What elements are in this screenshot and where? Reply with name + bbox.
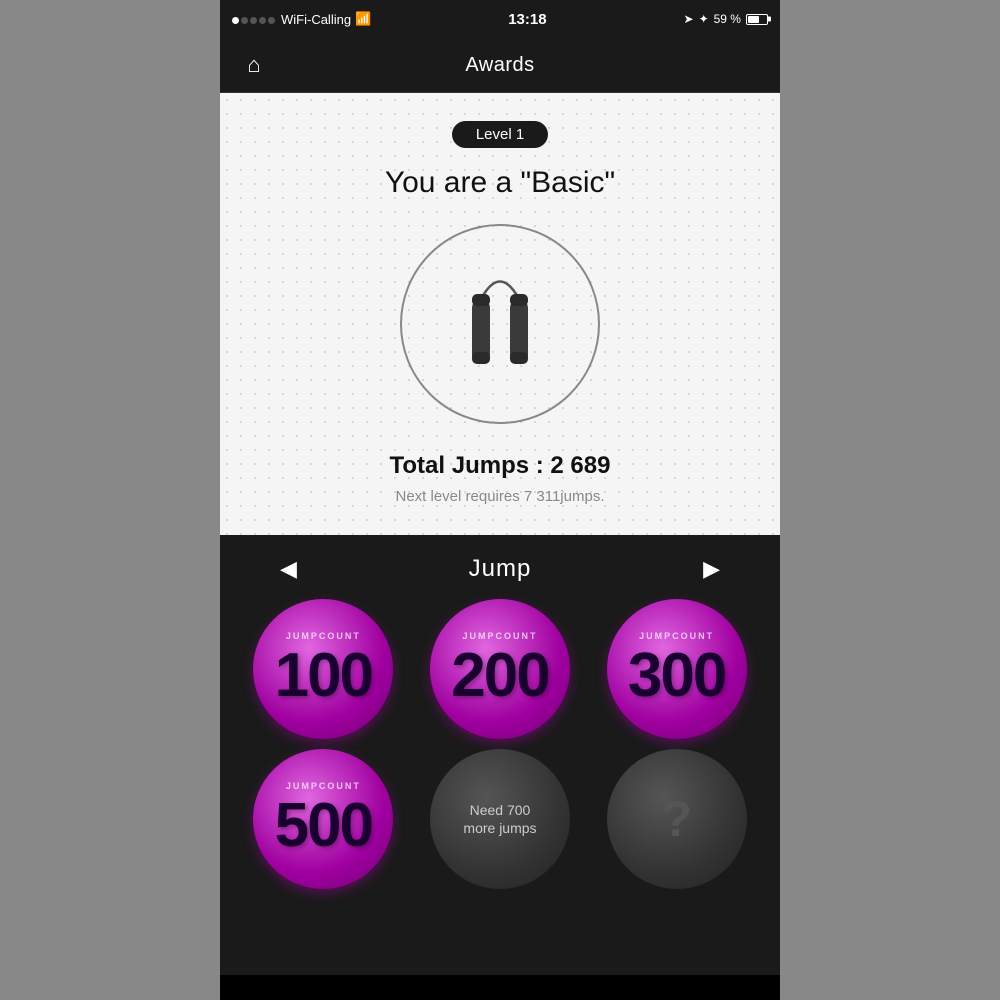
section-label: Jump bbox=[469, 555, 532, 583]
badge-unknown: ? bbox=[607, 749, 747, 889]
badge-need700: Need 700more jumps bbox=[430, 749, 570, 889]
battery-icon bbox=[746, 14, 768, 25]
list-item[interactable]: JUMPCOUNT 300 bbox=[593, 599, 760, 739]
carrier-label: WiFi-Calling bbox=[281, 12, 351, 27]
level-title: You are a "Basic" bbox=[385, 166, 615, 200]
badge-100: JUMPCOUNT 100 bbox=[253, 599, 393, 739]
status-right: ➤ ✦ 59 % bbox=[684, 12, 768, 26]
badge-200: JUMPCOUNT 200 bbox=[430, 599, 570, 739]
wifi-icon: 📶 bbox=[355, 11, 371, 27]
badge-number: 100 bbox=[275, 645, 372, 707]
status-left: WiFi-Calling 📶 bbox=[232, 11, 371, 27]
page-title: Awards bbox=[465, 54, 534, 77]
list-item[interactable]: JUMPCOUNT 500 bbox=[240, 749, 407, 889]
badge-jumpcount-label: JUMPCOUNT bbox=[286, 781, 361, 791]
total-jumps: Total Jumps : 2 689 bbox=[390, 452, 611, 480]
badge-number: 500 bbox=[275, 795, 372, 857]
gps-icon: ➤ bbox=[684, 12, 694, 26]
rope-svg bbox=[420, 244, 580, 404]
dark-section: ◀ Jump ▶ JUMPCOUNT 100 JUMPCOUNT 200 JUM… bbox=[220, 535, 780, 975]
prev-arrow[interactable]: ◀ bbox=[280, 556, 297, 582]
badge-jumpcount-label: JUMPCOUNT bbox=[639, 631, 714, 641]
home-button[interactable]: ⌂ bbox=[236, 47, 272, 83]
main-content: Level 1 You are a "Basic" Total Jumps : … bbox=[220, 93, 780, 535]
bluetooth-icon: ✦ bbox=[699, 12, 709, 26]
badge-number: 300 bbox=[628, 645, 725, 707]
jump-header: ◀ Jump ▶ bbox=[220, 535, 780, 599]
nav-bar: ⌂ Awards bbox=[220, 38, 780, 93]
level-badge: Level 1 bbox=[452, 121, 548, 148]
battery-percent: 59 % bbox=[714, 12, 741, 26]
badge-jumpcount-label: JUMPCOUNT bbox=[286, 631, 361, 641]
badge-500: JUMPCOUNT 500 bbox=[253, 749, 393, 889]
badge-question-mark: ? bbox=[661, 790, 692, 848]
status-bar: WiFi-Calling 📶 13:18 ➤ ✦ 59 % bbox=[220, 0, 780, 38]
list-item: Need 700more jumps bbox=[417, 749, 584, 889]
list-item[interactable]: JUMPCOUNT 100 bbox=[240, 599, 407, 739]
badge-need-text: Need 700more jumps bbox=[463, 801, 536, 837]
list-item[interactable]: JUMPCOUNT 200 bbox=[417, 599, 584, 739]
next-arrow[interactable]: ▶ bbox=[703, 556, 720, 582]
signal-dots bbox=[232, 12, 277, 27]
badges-row2: JUMPCOUNT 500 Need 700more jumps ? bbox=[220, 749, 780, 899]
home-icon: ⌂ bbox=[247, 52, 260, 78]
rope-circle bbox=[400, 224, 600, 424]
next-level-text: Next level requires 7 311jumps. bbox=[396, 488, 605, 505]
badge-number: 200 bbox=[451, 645, 548, 707]
phone-frame: WiFi-Calling 📶 13:18 ➤ ✦ 59 % ⌂ Awards L… bbox=[220, 0, 780, 1000]
list-item: ? bbox=[593, 749, 760, 889]
badge-300: JUMPCOUNT 300 bbox=[607, 599, 747, 739]
badge-jumpcount-label: JUMPCOUNT bbox=[462, 631, 537, 641]
clock: 13:18 bbox=[508, 11, 546, 28]
badges-row1: JUMPCOUNT 100 JUMPCOUNT 200 JUMPCOUNT 30… bbox=[220, 599, 780, 749]
